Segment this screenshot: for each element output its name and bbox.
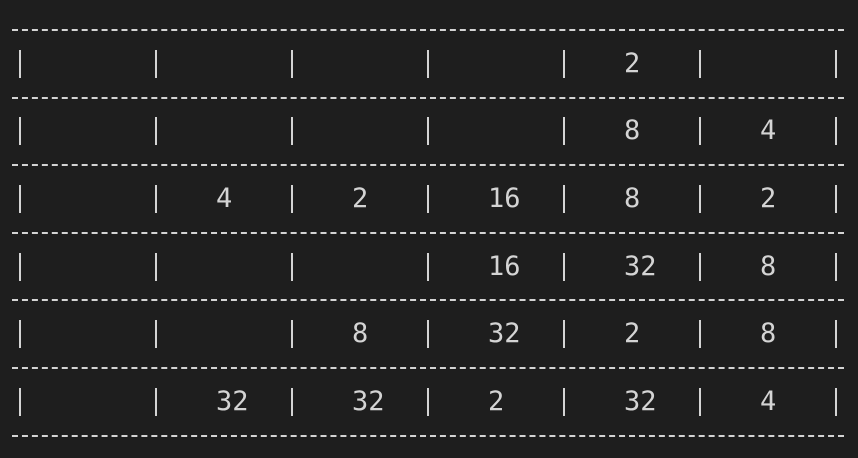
grid-cell-divider: [563, 320, 565, 348]
grid-cell-divider: [19, 50, 21, 78]
tile-value: 8: [760, 251, 777, 282]
grid-cell-divider: [699, 388, 701, 416]
grid-cell-divider: [155, 185, 157, 213]
tile-value: 32: [624, 386, 657, 417]
grid-cell-divider: [563, 388, 565, 416]
grid-cell-divider: [427, 185, 429, 213]
game-board: 2 8 4 4 2 16 8 2 16 32 8 8 32 2 8 32 32 2 32 4: [0, 0, 858, 458]
grid-separator-line: [12, 435, 844, 437]
tile-value: 4: [760, 386, 777, 417]
grid-cell-divider: [427, 117, 429, 145]
tile-value: 4: [216, 183, 233, 214]
grid-cell-divider: [835, 117, 837, 145]
grid-cell-divider: [563, 117, 565, 145]
grid-cell-divider: [563, 50, 565, 78]
grid-cell-divider: [291, 117, 293, 145]
grid-cell-divider: [19, 117, 21, 145]
grid-cell-divider: [19, 388, 21, 416]
grid-cell-divider: [835, 388, 837, 416]
tile-value: 32: [488, 318, 521, 349]
grid-cell-divider: [699, 117, 701, 145]
tile-value: 2: [624, 48, 641, 79]
tile-value: 4: [760, 115, 777, 146]
grid-cell-divider: [155, 117, 157, 145]
grid-cell-divider: [427, 388, 429, 416]
grid-separator-line: [12, 299, 844, 301]
tile-value: 8: [624, 115, 641, 146]
grid-cell-divider: [699, 185, 701, 213]
grid-cell-divider: [427, 253, 429, 281]
grid-cell-divider: [427, 50, 429, 78]
grid-cell-divider: [155, 320, 157, 348]
grid-cell-divider: [835, 320, 837, 348]
grid-separator-line: [12, 164, 844, 166]
grid-cell-divider: [835, 253, 837, 281]
tile-value: 16: [488, 183, 521, 214]
grid-cell-divider: [699, 253, 701, 281]
grid-cell-divider: [699, 50, 701, 78]
grid-cell-divider: [291, 50, 293, 78]
grid-cell-divider: [155, 50, 157, 78]
tile-value: 8: [624, 183, 641, 214]
grid-cell-divider: [291, 185, 293, 213]
tile-value: 2: [760, 183, 777, 214]
tile-value: 2: [352, 183, 369, 214]
grid-cell-divider: [835, 185, 837, 213]
grid-cell-divider: [291, 253, 293, 281]
grid-cell-divider: [699, 320, 701, 348]
grid-separator-line: [12, 367, 844, 369]
grid-cell-divider: [427, 320, 429, 348]
tile-value: 8: [352, 318, 369, 349]
tile-value: 16: [488, 251, 521, 282]
grid-separator-line: [12, 97, 844, 99]
grid-cell-divider: [19, 253, 21, 281]
tile-value: 32: [624, 251, 657, 282]
tile-value: 2: [624, 318, 641, 349]
grid-cell-divider: [835, 50, 837, 78]
grid-cell-divider: [155, 253, 157, 281]
tile-value: 8: [760, 318, 777, 349]
grid-cell-divider: [563, 253, 565, 281]
grid-cell-divider: [291, 320, 293, 348]
grid-separator-line: [12, 29, 844, 31]
grid-cell-divider: [291, 388, 293, 416]
grid-separator-line: [12, 232, 844, 234]
tile-value: 32: [216, 386, 249, 417]
grid-cell-divider: [19, 320, 21, 348]
grid-cell-divider: [155, 388, 157, 416]
grid-cell-divider: [563, 185, 565, 213]
tile-value: 2: [488, 386, 505, 417]
tile-value: 32: [352, 386, 385, 417]
grid-cell-divider: [19, 185, 21, 213]
